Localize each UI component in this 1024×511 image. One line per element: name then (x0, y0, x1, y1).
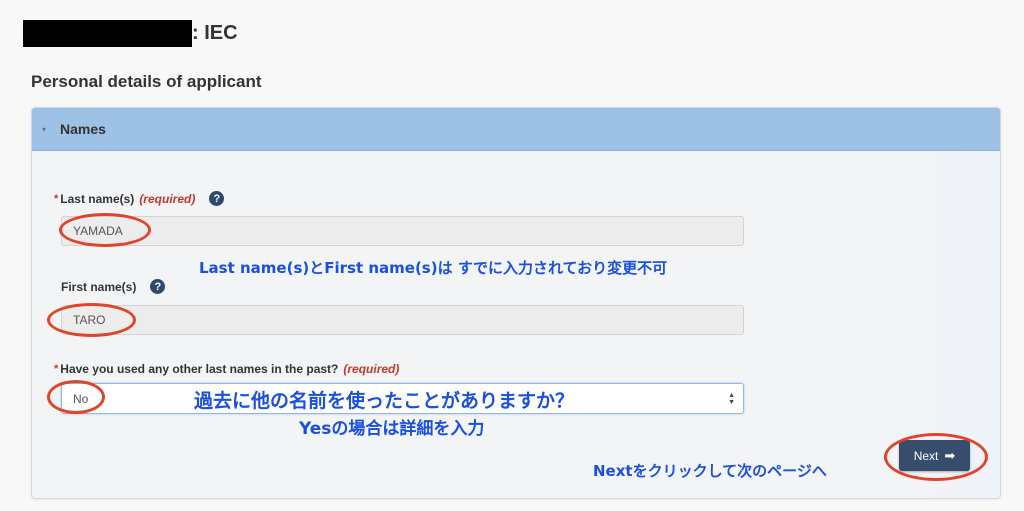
arrow-down-icon: ▼ (728, 399, 735, 406)
other-last-names-label-text: Have you used any other last names in th… (60, 362, 339, 376)
page-title-suffix: : IEC (192, 22, 238, 44)
help-icon[interactable]: ? (150, 279, 166, 294)
page-header: : IEC (23, 20, 238, 47)
last-name-input[interactable]: YAMADA (61, 216, 744, 246)
highlight-ellipse-next (884, 433, 988, 481)
highlight-ellipse-last-name (59, 213, 151, 247)
caret-down-icon[interactable]: ▾ (42, 125, 46, 134)
first-name-label: First name(s) ? (61, 279, 166, 294)
annotation-other-names-hint: Yesの場合は詳細を入力 (299, 419, 485, 439)
annotation-names-locked: Last name(s)とFirst name(s)は すでに入力されており変更… (199, 259, 668, 277)
section-title: Personal details of applicant (31, 72, 262, 91)
required-note: (required) (343, 362, 400, 376)
annotation-next-hint: Nextをクリックして次のページへ (593, 462, 827, 480)
last-name-label: * Last name(s) (required) ? (54, 191, 225, 206)
names-panel: ▾ Names (31, 107, 1001, 499)
other-last-names-label: * Have you used any other last names in … (54, 362, 399, 376)
names-panel-header[interactable]: ▾ Names (32, 108, 1000, 151)
arrow-up-icon: ▲ (728, 392, 735, 399)
last-name-label-text: Last name(s) (60, 191, 135, 206)
highlight-ellipse-first-name (47, 303, 136, 337)
select-arrows-icon[interactable]: ▲ ▼ (728, 392, 735, 406)
first-name-label-text: First name(s) (61, 279, 137, 294)
first-name-input[interactable]: TARO (61, 305, 744, 335)
help-icon[interactable]: ? (209, 191, 225, 206)
panel-title: Names (60, 121, 106, 137)
required-note: (required) (139, 191, 196, 206)
highlight-ellipse-select (47, 380, 105, 414)
required-star: * (54, 192, 59, 205)
redacted-title-block (23, 20, 192, 47)
annotation-other-names-question: 過去に他の名前を使ったことがありますか？ (194, 390, 575, 412)
required-star: * (54, 363, 59, 375)
